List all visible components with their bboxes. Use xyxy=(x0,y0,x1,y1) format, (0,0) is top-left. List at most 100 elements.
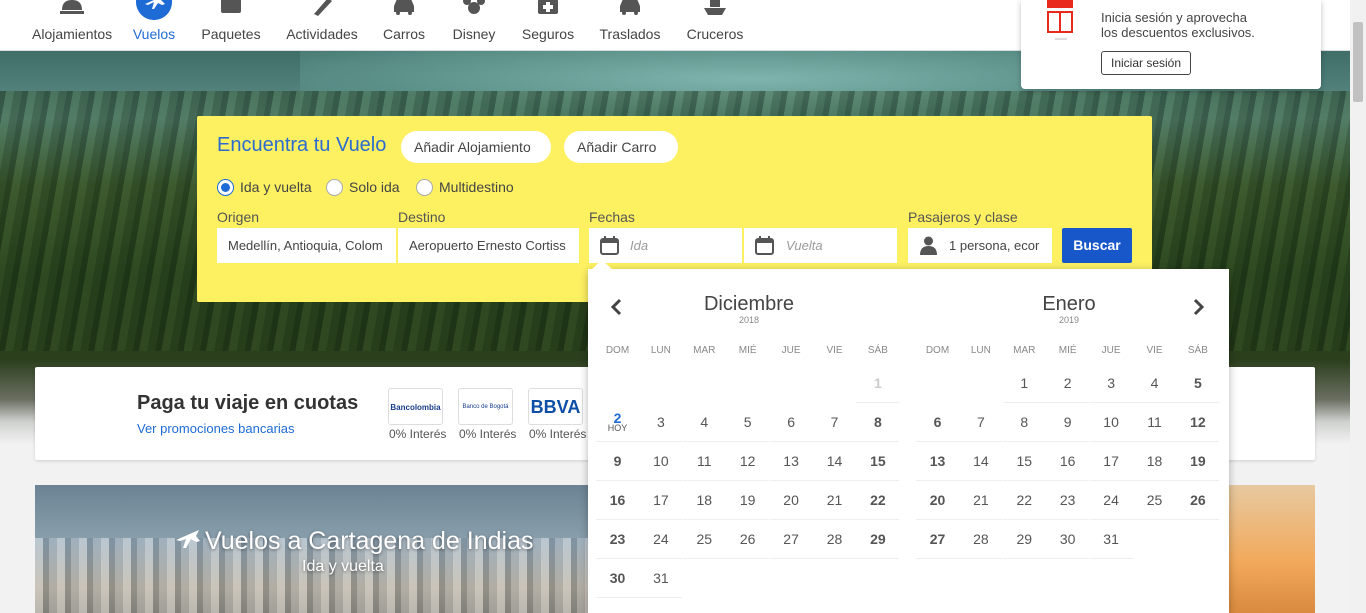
radio-solo-ida[interactable]: Solo ida xyxy=(326,179,400,197)
nav-item-actividades[interactable]: Actividades xyxy=(284,0,360,50)
nav-label: Disney xyxy=(452,26,496,42)
calendar-day[interactable]: 23 xyxy=(1046,481,1090,520)
month-name: Enero xyxy=(1042,293,1096,315)
calendar-day[interactable]: 2 xyxy=(1046,364,1090,403)
login-button[interactable]: Iniciar sesión xyxy=(1101,51,1192,75)
calendar-day[interactable]: 7 xyxy=(959,403,1003,442)
calendar-day[interactable]: 11 xyxy=(1133,403,1176,442)
calendar-day[interactable]: 29 xyxy=(856,520,900,559)
nav-item-cruceros[interactable]: Cruceros xyxy=(684,0,746,50)
calendar-day[interactable]: 4 xyxy=(1133,364,1176,403)
today-label: HOY xyxy=(607,423,628,433)
destination-input[interactable]: Aeropuerto Ernesto Cortiss xyxy=(398,228,579,263)
return-date-input[interactable]: Vuelta xyxy=(744,228,897,263)
bank-rate: 0% Interés xyxy=(389,427,447,441)
nav-label: Alojamientos xyxy=(32,26,113,42)
calendar-day[interactable]: 3 xyxy=(1089,364,1133,403)
scrollbar-thumb[interactable] xyxy=(1353,22,1363,102)
calendar-day[interactable]: 30 xyxy=(596,559,639,598)
calendar-day[interactable]: 25 xyxy=(1133,481,1176,520)
cartagena-deal-card[interactable]: Vuelos a Cartagena de Indias Ida y vuelt… xyxy=(35,485,590,613)
calendar-day[interactable]: 10 xyxy=(639,442,683,481)
calendar-day[interactable]: 13 xyxy=(916,442,959,481)
calendar-day[interactable]: 21 xyxy=(959,481,1003,520)
calendar-day[interactable]: 20 xyxy=(916,481,959,520)
calendar-day[interactable]: 17 xyxy=(1089,442,1133,481)
calendar-day[interactable]: 29 xyxy=(1002,520,1046,559)
calendar-day[interactable]: 18 xyxy=(682,481,726,520)
calendar-day[interactable]: 30 xyxy=(1046,520,1090,559)
promo-text-line1: Inicia sesión y aprovecha xyxy=(1101,10,1247,25)
sunset-deal-card[interactable] xyxy=(1229,485,1315,613)
calendar-day[interactable]: 20 xyxy=(769,481,813,520)
calendar-day[interactable]: 19 xyxy=(1176,442,1220,481)
calendar-day[interactable]: 4 xyxy=(682,403,726,442)
radio-label: Ida y vuelta xyxy=(240,179,312,195)
calendar-day[interactable]: 9 xyxy=(1046,403,1090,442)
calendar-day[interactable]: 9 xyxy=(596,442,639,481)
calendar-day[interactable]: 8 xyxy=(1002,403,1046,442)
calendar-day[interactable]: 27 xyxy=(916,520,959,559)
nav-item-alojamientos[interactable]: Alojamientos xyxy=(32,0,112,50)
nav-item-seguros[interactable]: Seguros xyxy=(520,0,576,50)
calendar-day[interactable]: 31 xyxy=(639,559,683,598)
calendar-day[interactable]: 26 xyxy=(1176,481,1220,520)
search-title: Encuentra tu Vuelo xyxy=(217,134,387,156)
calendar-day[interactable]: 25 xyxy=(682,520,726,559)
calendar-day[interactable]: 11 xyxy=(682,442,726,481)
calendar-day[interactable]: 28 xyxy=(813,520,856,559)
calendar-day[interactable]: 6 xyxy=(769,403,813,442)
calendar-day[interactable]: 14 xyxy=(959,442,1003,481)
calendar-day[interactable]: 31 xyxy=(1089,520,1133,559)
nav-item-carros[interactable]: Carros xyxy=(380,0,428,50)
activities-icon xyxy=(314,0,332,16)
calendar-day[interactable]: 21 xyxy=(813,481,856,520)
radio-multidestino[interactable]: Multidestino xyxy=(416,179,514,197)
bank-rate: 0% Interés xyxy=(459,427,517,441)
passengers-input[interactable]: 1 persona, ecor xyxy=(908,228,1052,263)
nav-item-paquetes[interactable]: Paquetes xyxy=(200,0,262,50)
origin-input[interactable]: Medellín, Antioquia, Colom xyxy=(217,228,396,263)
depart-date-input[interactable]: Ida xyxy=(589,228,742,263)
calendar-day[interactable]: 14 xyxy=(813,442,856,481)
calendar-day[interactable]: 18 xyxy=(1133,442,1176,481)
bank-promotions-link[interactable]: Ver promociones bancarias xyxy=(137,421,295,436)
add-car-button[interactable]: Añadir Carro xyxy=(564,131,678,163)
calendar-day[interactable]: 16 xyxy=(596,481,639,520)
calendar-day[interactable]: 5 xyxy=(1176,364,1220,403)
nav-item-disney[interactable]: Disney xyxy=(448,0,500,50)
calendar-day[interactable]: 3 xyxy=(639,403,683,442)
disney-icon xyxy=(463,0,485,14)
calendar-day[interactable]: 27 xyxy=(769,520,813,559)
calendar-day[interactable]: 24 xyxy=(639,520,683,559)
calendar-day[interactable]: 28 xyxy=(959,520,1003,559)
nav-item-traslados[interactable]: Traslados xyxy=(598,0,662,50)
calendar-day[interactable]: 1 xyxy=(1002,364,1046,403)
calendar-day[interactable]: 22 xyxy=(856,481,900,520)
suitcase-icon xyxy=(221,0,241,13)
calendar-day[interactable]: 5 xyxy=(726,403,770,442)
add-hotel-button[interactable]: Añadir Alojamiento xyxy=(401,131,551,163)
calendar-day[interactable]: 10 xyxy=(1089,403,1133,442)
page-scrollbar[interactable] xyxy=(1350,0,1366,613)
calendar-day[interactable]: 12 xyxy=(726,442,770,481)
calendar-day[interactable]: 19 xyxy=(726,481,770,520)
radio-ida-y-vuelta[interactable]: Ida y vuelta xyxy=(217,179,312,197)
calendar-day[interactable]: 13 xyxy=(769,442,813,481)
calendar-day[interactable]: 7 xyxy=(813,403,856,442)
calendar-day[interactable]: 22 xyxy=(1002,481,1046,520)
calendar-day[interactable]: 16 xyxy=(1046,442,1090,481)
calendar-day[interactable]: 26 xyxy=(726,520,770,559)
calendar-day[interactable]: 24 xyxy=(1089,481,1133,520)
calendar-day[interactable]: 15 xyxy=(856,442,900,481)
radio-dot xyxy=(326,179,343,196)
calendar-day[interactable]: 8 xyxy=(856,403,900,442)
nav-item-vuelos[interactable]: Vuelos xyxy=(126,0,182,50)
calendar-day[interactable]: 23 xyxy=(596,520,639,559)
calendar-day[interactable]: 12 xyxy=(1176,403,1220,442)
calendar-day[interactable]: 17 xyxy=(639,481,683,520)
calendar-day[interactable]: 15 xyxy=(1002,442,1046,481)
calendar-day[interactable]: 2 HOY xyxy=(596,403,639,442)
search-button[interactable]: Buscar xyxy=(1062,228,1132,263)
calendar-day[interactable]: 6 xyxy=(916,403,959,442)
